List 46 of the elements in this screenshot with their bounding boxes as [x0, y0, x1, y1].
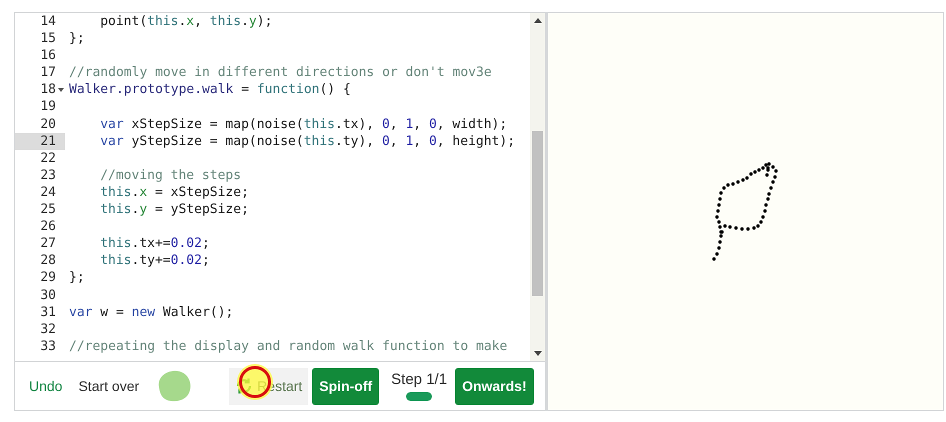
- code-editor[interactable]: [15, 13, 545, 362]
- code-line: var yStepSize = map(noise(this.ty), 0, 1, 0, height);: [100, 132, 516, 150]
- code-line: };: [69, 30, 85, 48]
- code-line: this.tx+=0.02;: [100, 235, 210, 252]
- scrollbar-thumb[interactable]: [532, 131, 543, 296]
- line-number: 18: [15, 81, 65, 98]
- line-number: 21: [15, 132, 65, 150]
- undo-link[interactable]: Undo: [29, 378, 62, 394]
- fold-caret-icon[interactable]: [58, 88, 64, 92]
- step-label: Step 1/1: [391, 371, 448, 388]
- start-over-link[interactable]: Start over: [78, 378, 140, 394]
- line-number: 30: [39, 286, 57, 304]
- line-number: 29: [39, 269, 57, 286]
- code-line: var xStepSize = map(noise(this.tx), 0, 1, 0, width);: [100, 116, 508, 133]
- line-number: 25: [39, 201, 57, 218]
- line-number: 22: [39, 150, 57, 167]
- line-number: 15: [39, 30, 57, 48]
- scroll-down-icon[interactable]: [534, 351, 542, 356]
- line-number: 24: [39, 184, 57, 202]
- line-number: 27: [39, 235, 57, 252]
- code-line: this.ty+=0.02;: [100, 252, 210, 270]
- line-number: 23: [39, 166, 57, 184]
- code-line: point(this.x, this.y);: [100, 13, 272, 30]
- code-line: var w = new Walker();: [69, 304, 234, 321]
- line-number: 17: [39, 64, 57, 82]
- line-number: 16: [39, 47, 57, 64]
- line-number: 31: [39, 304, 57, 321]
- line-number: 28: [39, 252, 57, 270]
- code-line: //moving the steps: [100, 166, 242, 184]
- code-line: Walker.prototype.walk = function() {: [69, 81, 351, 98]
- line-number: 26: [39, 218, 57, 236]
- step-progress: [406, 392, 432, 402]
- scrollbar[interactable]: [530, 13, 545, 362]
- code-line: this.x = xStepSize;: [100, 184, 249, 202]
- code-line: //repeating the display and random walk function to make: [69, 338, 508, 355]
- line-number: 19: [39, 98, 57, 116]
- code-line: this.y = yStepSize;: [100, 201, 249, 218]
- scroll-up-icon[interactable]: [534, 18, 542, 23]
- code-line: //randomly move in different directions or don't mov3e: [69, 64, 492, 82]
- code-line: };: [69, 269, 85, 286]
- line-number: 14: [39, 13, 57, 30]
- line-number: 32: [39, 320, 57, 338]
- line-number: 33: [39, 338, 57, 355]
- line-number: 20: [39, 116, 57, 133]
- spin-off-button[interactable]: Spin-off: [312, 368, 380, 405]
- onwards-button[interactable]: Onwards!: [455, 368, 534, 405]
